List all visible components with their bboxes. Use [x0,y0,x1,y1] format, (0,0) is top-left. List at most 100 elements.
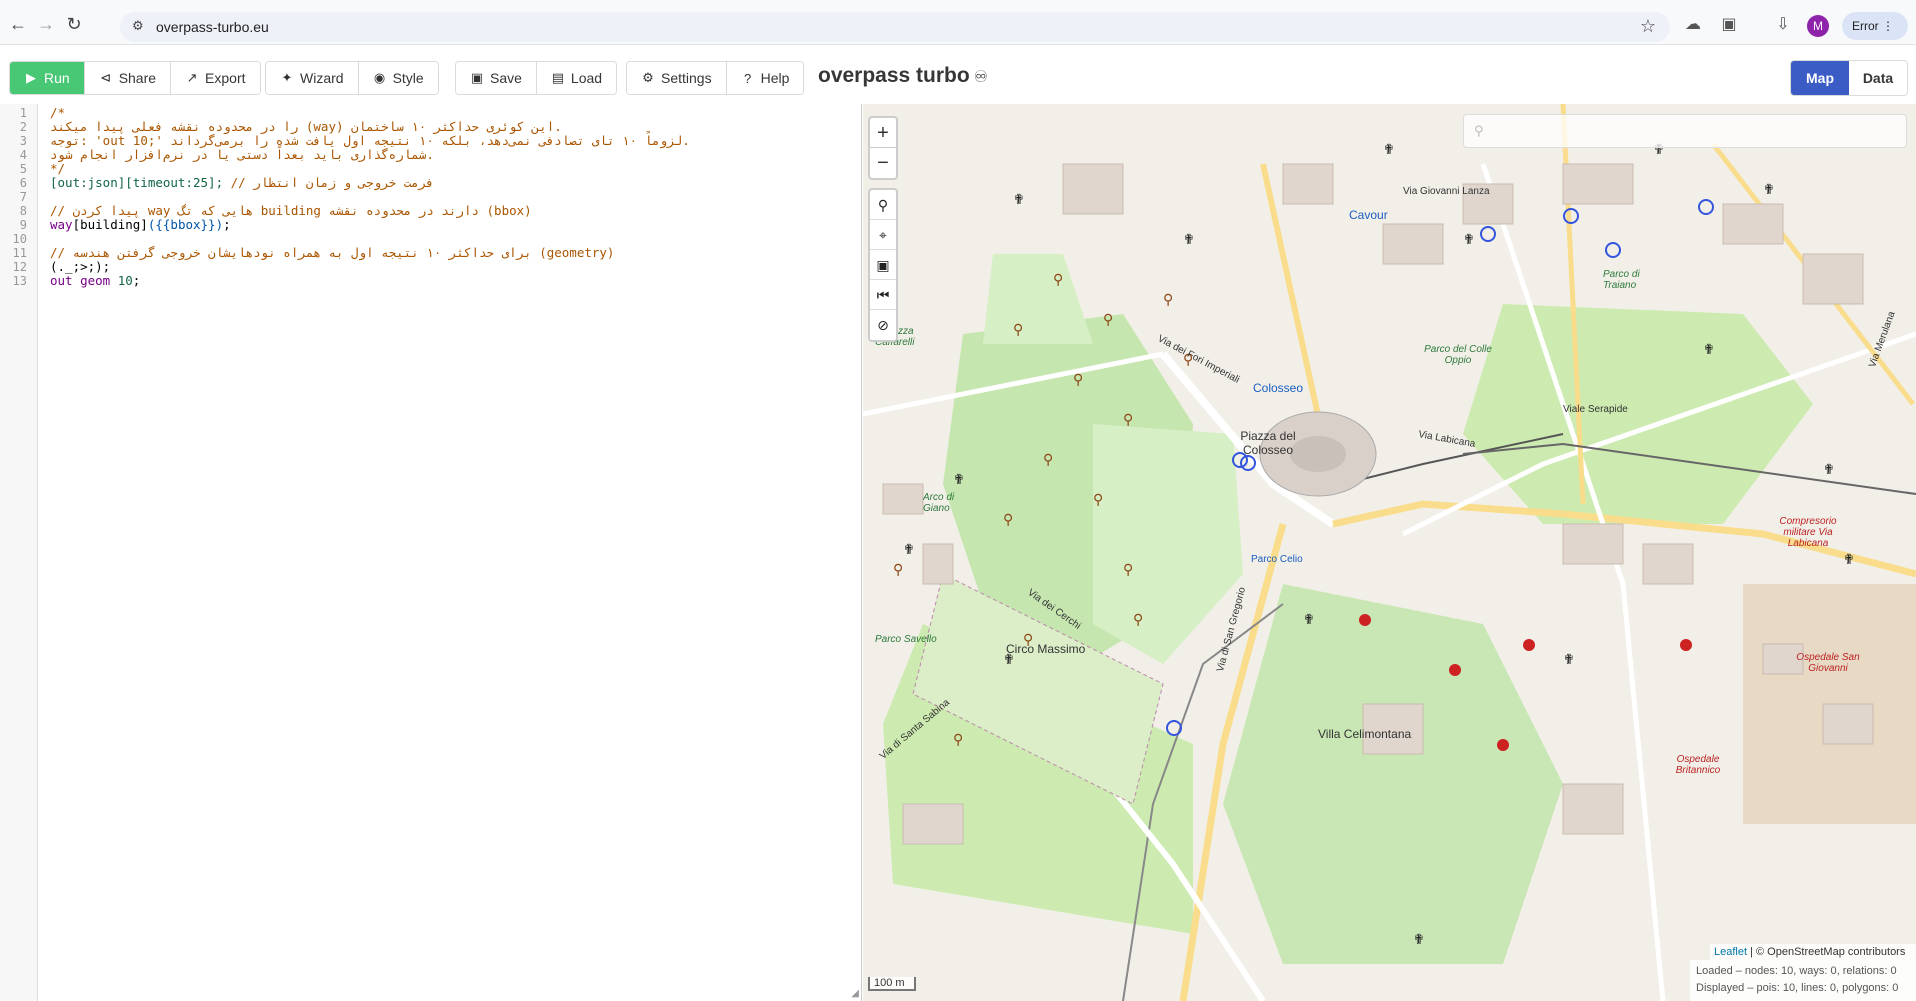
map-label-colosseo: Colosseo [1253,381,1304,395]
image-icon[interactable]: ▣ [870,250,896,280]
extensions-icon[interactable]: ▣ [1716,12,1742,38]
zoom-in-button[interactable]: + [870,118,896,148]
svg-text:⚲: ⚲ [1043,451,1053,467]
code-token: توجه: 'out 10;' لزوماً ۱۰ تای تصادفی نمی… [50,133,690,148]
tab-data[interactable]: Data [1849,61,1907,95]
line-number: 2 [19,120,27,134]
site-info-icon[interactable]: ⚙ [132,18,150,36]
leaflet-link[interactable]: Leaflet [1714,946,1747,958]
code-token: /* [50,105,66,120]
code-token: را در محدوده نقشه فعلی پیدا میکند (way) … [50,119,562,134]
code-token: ; [223,217,231,232]
bookmark-star-icon[interactable]: ☆ [1640,16,1656,37]
code-token: [building] [72,217,148,232]
code-token: way [50,217,73,232]
export-icon: ↗ [186,70,198,85]
question-icon: ? [743,70,752,86]
line-number: 13 [12,274,27,288]
zoom-out-button[interactable]: − [870,148,896,178]
url-text: overpass-turbo.eu [156,19,269,35]
back-icon[interactable]: ← [6,12,30,36]
map-search-input[interactable]: ⚲ [1463,114,1907,148]
code-line: توجه: 'out 10;' لزوماً ۱۰ تای تصادفی نمی… [50,133,690,148]
stats-loaded: Loaded – nodes: 10, ways: 0, relations: … [1696,965,1897,977]
svg-text:✟: ✟ [1383,141,1395,157]
run-button[interactable]: ▶ Run [10,62,85,94]
search-icon[interactable]: ⚲ [870,190,896,220]
svg-text:⚲: ⚲ [1133,611,1143,627]
line-number: 12 [12,260,27,274]
svg-text:✟: ✟ [1303,611,1315,627]
code-line: شماره‌گذاری باید بعداً دستی یا در نرم‌اف… [50,147,434,162]
query-editor[interactable]: 1 2 3 4 5 6 7 8 9 10 11 12 13 /* را در محدوده نقشه فع… [0,104,862,1001]
map-label-piazza-colosseo: Piazza del Colosseo [1240,429,1296,457]
no-data-icon[interactable]: ⊘ [870,310,896,340]
data-stats: Loaded – nodes: 10, ways: 0, relations: … [1690,960,1916,1001]
line-number: 11 [12,246,27,260]
scale-bar: 100 m [868,977,916,991]
svg-text:⚲: ⚲ [1123,561,1133,577]
save-button[interactable]: ▣ Save [456,62,537,94]
profile-avatar[interactable]: M [1807,15,1829,37]
code-line: را در محدوده نقشه فعلی پیدا میکند (way) … [50,119,562,134]
line-number: 9 [19,218,27,232]
map-label-circo-massimo: Circo Massimo [1006,642,1086,656]
line-number: 4 [19,148,27,162]
save-label: Save [490,70,522,86]
svg-text:⚲: ⚲ [1073,371,1083,387]
error-label: Error [1852,19,1879,33]
map-label-parco-savello: Parco Savello [875,634,937,645]
line-number: 1 [19,106,27,120]
wizard-style-group: ✦ Wizard ◉ Style [265,61,439,95]
share-button[interactable]: ⊲ Share [84,62,172,94]
map-label-ospedale-san-giovanni: Ospedale San Giovanni [1796,652,1860,674]
locate-icon[interactable]: ⌖ [870,220,896,250]
code-token: 10 [117,273,133,288]
code-line: [out:json][timeout:25]; // فرمت خروجی و … [50,175,434,190]
search-icon: ⚲ [1474,123,1484,138]
download-icon[interactable]: ⇩ [1770,12,1796,38]
app-title: overpass turbo ♾ [818,64,988,88]
wizard-button[interactable]: ✦ Wizard [266,62,359,94]
tab-map[interactable]: Map [1791,61,1849,95]
code-line: out geom 10; [50,273,140,288]
map-label-parco-celio: Parco Celio [1251,554,1303,565]
code-token: */ [50,161,66,176]
settings-label: Settings [661,70,712,86]
map-label-viale-serapide: Viale Serapide [1563,404,1628,415]
app-title-text: overpass turbo [818,64,970,87]
zoom-to-data-icon[interactable]: ⏮ [870,280,896,310]
forward-icon[interactable]: → [34,12,58,36]
code-token: ; [132,273,141,288]
svg-text:✟: ✟ [1413,931,1425,947]
svg-text:✟: ✟ [903,541,915,557]
error-button[interactable]: Error ⋮ [1842,12,1908,40]
palette-icon: ◉ [373,70,386,85]
code-line: way[building]({{bbox}}); [50,217,231,232]
code-token: // برای حداکثر ۱۰ نتیجه اول به همراه نود… [50,245,615,260]
wizard-icon: ✦ [281,70,293,85]
code-line: */ [50,161,65,176]
reload-icon[interactable]: ↻ [62,12,86,36]
play-icon: ▶ [26,70,36,85]
help-label: Help [760,70,790,86]
map-view[interactable]: ⚲ ⚲ ⚲ ⚲ ⚲ ⚲ ⚲ ⚲ ⚲ ⚲ ⚲ ⚲ ⚲ ⚲ ⚲ ✟ ✟ ✟ ✟ ✟ ✟ ✟ ✟ ✟ ✟ ✟ ✟ ✟ ✟ ✟ … [863,104,1916,1001]
password-icon[interactable]: ☁ [1680,12,1706,38]
help-button[interactable]: ? Help [726,62,804,94]
style-button[interactable]: ◉ Style [358,62,438,94]
map-label-colle-oppio: Parco del Colle Oppio [1424,344,1492,366]
svg-text:⚲: ⚲ [1003,511,1013,527]
settings-button[interactable]: ⚙ Settings [627,62,727,94]
address-bar[interactable]: ⚙ overpass-turbo.eu ☆ [120,12,1670,42]
style-label: Style [392,70,424,86]
line-number-gutter: 1 2 3 4 5 6 7 8 9 10 11 12 13 [0,104,38,1001]
code-token: (._;>;); [50,259,111,274]
load-button[interactable]: ▤ Load [536,62,617,94]
run-label: Run [44,70,70,86]
svg-text:⚲: ⚲ [1053,271,1063,287]
load-label: Load [570,70,603,86]
code-line: /* [50,105,65,120]
folder-icon: ▤ [551,70,565,85]
export-button[interactable]: ↗ Export [171,62,260,94]
resize-handle-icon[interactable]: ◢ [851,988,859,999]
